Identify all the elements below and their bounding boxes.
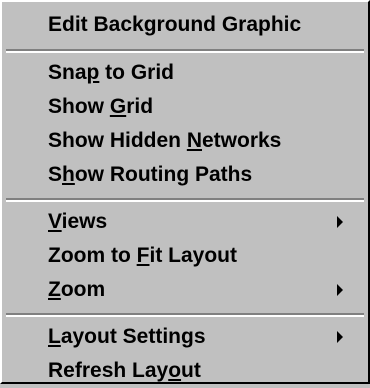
menu-item-label: Show Grid — [48, 90, 153, 124]
submenu-arrow-icon — [337, 284, 343, 296]
menu-item-refresh-layout[interactable]: Refresh Layout — [2, 354, 368, 388]
menu-separator — [6, 198, 364, 202]
menu-item-show-grid[interactable]: Show Grid — [2, 90, 368, 124]
menu-item-snap-to-grid[interactable]: Snap to Grid — [2, 56, 368, 90]
submenu-arrow-icon — [337, 216, 343, 228]
label-text: oom — [60, 278, 106, 301]
menu-item-label: Edit Background Graphic — [48, 8, 301, 42]
menu-item-label: Zoom to Fit Layout — [48, 239, 237, 273]
menu-separator — [6, 49, 364, 53]
accelerator-key: F — [136, 244, 150, 267]
menu-item-label: Show Routing Paths — [48, 158, 252, 192]
menu-item-views[interactable]: Views — [2, 205, 368, 239]
menu-item-show-routing-paths[interactable]: Show Routing Paths — [2, 158, 368, 192]
label-text: ayout Settings — [60, 325, 206, 348]
menu-item-layout-settings[interactable]: Layout Settings — [2, 320, 368, 354]
label-text: Zoom to — [48, 244, 137, 267]
label-text: it Layout — [149, 244, 237, 267]
label-text: Show Hidden — [48, 129, 187, 152]
menu-item-label: Layout Settings — [48, 320, 206, 354]
label-text: S — [48, 163, 63, 186]
label-text: to Grid — [99, 61, 175, 84]
menu-item-label: Show Hidden Networks — [48, 124, 281, 158]
accelerator-key: N — [186, 129, 202, 152]
menu-item-label: Snap to Grid — [48, 56, 174, 90]
menu-item-show-hidden-networks[interactable]: Show Hidden Networks — [2, 124, 368, 158]
menu-item-zoom-to-fit-layout[interactable]: Zoom to Fit Layout — [2, 239, 368, 273]
context-menu: Edit Background Graphic Snap to Grid Show … — [0, 0, 370, 384]
label-text: Edit Background Graphic — [48, 13, 302, 36]
accelerator-key: L — [48, 325, 61, 348]
label-text: ow Routing Paths — [74, 163, 253, 186]
label-text: iews — [61, 210, 108, 233]
menu-separator — [6, 313, 364, 317]
label-text: etworks — [202, 129, 282, 152]
menu-item-label: Zoom — [48, 273, 105, 307]
accelerator-key: o — [168, 359, 182, 382]
submenu-arrow-icon — [337, 331, 343, 343]
menu-item-zoom[interactable]: Zoom — [2, 273, 368, 307]
menu-item-label: Refresh Layout — [48, 354, 201, 388]
label-text: Sna — [48, 61, 87, 84]
label-text: Show — [48, 95, 110, 118]
label-text: Refresh Lay — [48, 359, 169, 382]
label-text: ut — [181, 359, 201, 382]
accelerator-key: p — [86, 61, 100, 84]
accelerator-key: Z — [48, 278, 61, 301]
label-text: rid — [126, 95, 154, 118]
menu-item-label: Views — [48, 205, 107, 239]
accelerator-key: G — [109, 95, 127, 118]
accelerator-key: V — [48, 210, 62, 233]
menu-item-edit-background-graphic[interactable]: Edit Background Graphic — [2, 8, 368, 42]
accelerator-key: h — [62, 163, 75, 186]
